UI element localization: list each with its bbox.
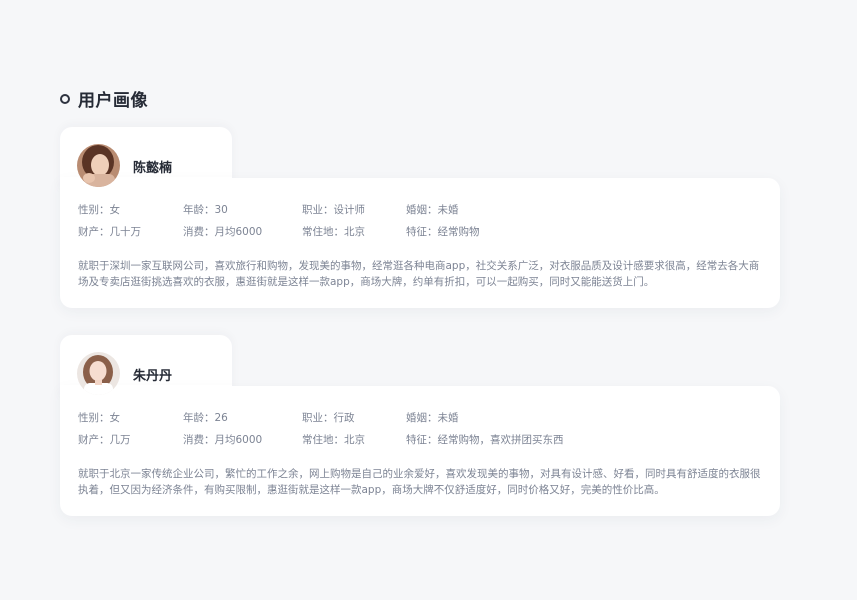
attr-trait: 特征：经常购物	[406, 226, 480, 238]
persona-details: 性别：女 年龄：26 职业：行政 婚姻：未婚 财产：几万 消费：月均6000 常…	[60, 386, 780, 516]
avatar	[77, 144, 120, 187]
avatar	[77, 352, 120, 395]
attr-residence: 常住地：北京	[302, 434, 365, 446]
attr-assets: 财产：几十万	[78, 226, 141, 238]
persona-attributes: 性别：女 年龄：30 职业：设计师 婚姻：未婚 财产：几十万 消费：月均6000…	[78, 202, 762, 246]
attr-job: 职业：行政	[302, 412, 355, 424]
persona-card: 性别：女 年龄：30 职业：设计师 婚姻：未婚 财产：几十万 消费：月均6000…	[60, 127, 780, 308]
avatar-image	[77, 144, 120, 187]
attr-spend: 消费：月均6000	[183, 434, 263, 446]
persona-name: 朱丹丹	[133, 369, 173, 384]
attr-assets: 财产：几万	[78, 434, 131, 446]
persona-description: 就职于北京一家传统企业公司，繁忙的工作之余，网上购物是自己的业余爱好，喜欢发现美…	[78, 468, 761, 496]
attr-gender: 性别：女	[78, 204, 120, 216]
avatar-image	[77, 352, 120, 395]
attr-spend: 消费：月均6000	[183, 226, 263, 238]
attr-trait: 特征：经常购物，喜欢拼团买东西	[406, 434, 564, 446]
persona-card: 性别：女 年龄：26 职业：行政 婚姻：未婚 财产：几万 消费：月均6000 常…	[60, 335, 780, 516]
persona-attributes: 性别：女 年龄：26 职业：行政 婚姻：未婚 财产：几万 消费：月均6000 常…	[78, 410, 762, 454]
attr-age: 年龄：30	[183, 204, 228, 216]
persona-name: 陈懿楠	[133, 161, 173, 176]
attr-residence: 常住地：北京	[302, 226, 365, 238]
attr-age: 年龄：26	[183, 412, 228, 424]
section-title: 用户画像	[78, 91, 148, 111]
attr-gender: 性别：女	[78, 412, 120, 424]
persona-description: 就职于深圳一家互联网公司，喜欢旅行和购物，发现美的事物，经常逛各种电商app，社…	[78, 260, 760, 288]
attr-marriage: 婚姻：未婚	[406, 412, 459, 424]
persona-details: 性别：女 年龄：30 职业：设计师 婚姻：未婚 财产：几十万 消费：月均6000…	[60, 178, 780, 308]
attr-job: 职业：设计师	[302, 204, 365, 216]
circle-bullet-icon	[60, 93, 70, 104]
attr-marriage: 婚姻：未婚	[406, 204, 459, 216]
section-header: 用户画像	[60, 86, 148, 111]
